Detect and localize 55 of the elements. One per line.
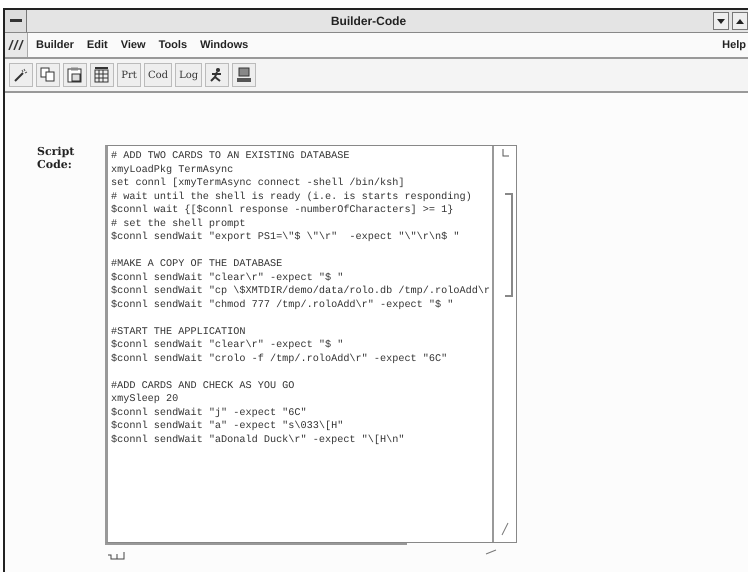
code-line: $connl sendWait "a" -expect "s\033\[H" (111, 420, 344, 434)
code-line: # ADD TWO CARDS TO AN EXISTING DATABASE (111, 150, 350, 164)
code-line: $connl sendWait "clear\r" -expect "$ " (111, 339, 344, 352)
slash-mark-icon (485, 549, 497, 555)
code-line: $connl sendWait "crolo -f /tmp/.roloAdd\r" -expect "6C" (111, 352, 448, 366)
menu-item[interactable]: Builder (36, 39, 74, 51)
minimize-button[interactable] (713, 12, 729, 30)
scrollbar[interactable] (492, 146, 516, 542)
menu-item[interactable]: Windows (200, 39, 248, 51)
menu-item[interactable]: View (120, 39, 146, 51)
down-triangle-icon (717, 18, 725, 24)
toolbar-button[interactable] (232, 63, 256, 87)
horizontal-scrollbar[interactable] (105, 543, 407, 561)
scrollbar-thumb[interactable] (505, 193, 513, 297)
code-line: # wait until the shell is ready (i.e. is starts responding) (111, 190, 473, 204)
magic-wand-icon (13, 67, 29, 83)
up-triangle-icon (736, 18, 744, 24)
code-line: set connl [xmyTermAsync connect -shell /bin/ksh] (111, 177, 406, 190)
code-line: $connl wait {[$connl response -numberOfCharacters] >= 1} (111, 204, 454, 218)
toolbar-button[interactable] (9, 63, 33, 87)
slash-mark-icon (501, 522, 509, 536)
help-menu-item[interactable]: Help (722, 39, 746, 51)
toolbar-button[interactable] (90, 63, 114, 87)
code-line: $connl sendWait "clear\r" -expect "$ " (111, 272, 344, 285)
script-code-editor[interactable] (105, 145, 517, 543)
corner-mark-icon (500, 148, 510, 158)
code-line: #ADD CARDS AND CHECK AS YOU GO (111, 380, 296, 393)
bracket-icon (107, 551, 125, 560)
code-line: $connl sendWait "export PS1=\"$ \"\r" -expect "\"\r\n$ " (111, 231, 460, 244)
clipboard-icon (67, 67, 83, 83)
script-code-label: Script Code: (36, 145, 76, 173)
copy-icon (40, 67, 56, 83)
code-line: # set the shell prompt (111, 218, 246, 231)
code-line: $connl sendWait "chmod 777 /tmp/.roloAdd\r" -expect "$ " (111, 298, 454, 312)
computer-icon (236, 67, 252, 83)
toolbar-button[interactable]: Cod (144, 63, 172, 87)
system-menu-button[interactable] (5, 10, 27, 32)
dash-icon (10, 19, 22, 23)
toolbar-button[interactable]: Prt (117, 63, 141, 87)
toolbar-button[interactable] (205, 63, 230, 87)
window-title: Builder-Code (330, 14, 408, 28)
grid-icon (94, 67, 110, 83)
menu-item[interactable]: Edit (86, 39, 108, 51)
toolbar-button[interactable]: Log (175, 63, 202, 87)
maximize-button[interactable] (732, 12, 748, 30)
toolbar-button[interactable] (63, 63, 87, 87)
code-line: #START THE APPLICATION (111, 326, 246, 339)
toolbar-button[interactable] (36, 63, 60, 87)
code-line: $connl sendWait "cp \$XMTDIR/demo/data/rolo.db /tmp/.roloAdd\r' (111, 285, 492, 298)
code-line: xmySleep 20 (111, 393, 180, 406)
code-line: $connl sendWait "j" -expect "6C" (111, 406, 308, 420)
menu-item[interactable]: Tools (158, 39, 188, 51)
code-line: #MAKE A COPY OF THE DATABASE (111, 258, 284, 272)
code-line: $connl sendWait "aDonald Duck\r" -expect "\[H\n" (111, 434, 406, 447)
code-line: xmyLoadPkg TermAsync (111, 164, 234, 177)
